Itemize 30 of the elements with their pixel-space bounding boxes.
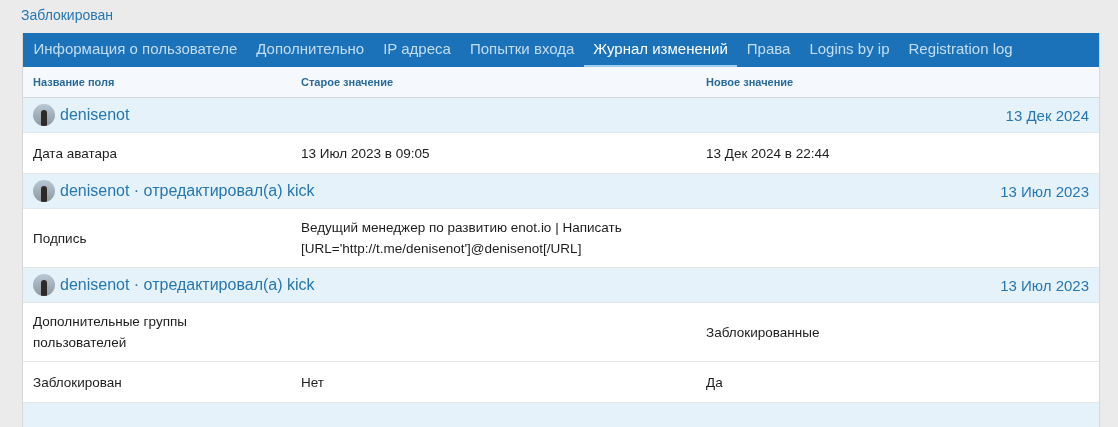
column-header: Название поля — [32, 76, 115, 88]
table-cell-text: Подпись — [32, 229, 88, 248]
tab[interactable]: Информация о пользователе — [24, 33, 247, 67]
avatar-icon — [33, 104, 55, 126]
change-date: 13 Июл 2023 — [1000, 182, 1089, 200]
column-header: Старое значение — [300, 76, 394, 88]
column-header: Новое значение — [705, 76, 794, 88]
table-cell-text: Дата аватара — [32, 144, 118, 163]
user-link[interactable]: denisenot — [60, 106, 130, 124]
change-date: 13 Июл 2023 — [1000, 276, 1089, 294]
user-link[interactable]: denisenot · отредактировал(а) kick — [60, 276, 315, 294]
user-link[interactable]: denisenot · отредактировал(а) kick — [60, 182, 315, 200]
tab[interactable]: Попытки входа — [460, 33, 584, 67]
table-cell: Ведущий менеджер по развитию enot.io | Написать [URL='http://t.me/denisenot']@denisenot[/URL] — [301, 220, 622, 256]
avatar-icon — [33, 274, 55, 296]
avatar-icon — [33, 180, 55, 202]
change-date: 13 Дек 2024 — [1005, 106, 1089, 124]
tab[interactable]: Registration log — [899, 33, 1023, 67]
table-cell-text: Заблокирован — [32, 373, 123, 392]
tab[interactable]: Права — [737, 33, 800, 67]
table-cell-text: Дополнительные группы пользователей — [32, 313, 188, 352]
tab[interactable]: Logins by ip — [799, 33, 899, 67]
status-link[interactable]: Заблокирован — [21, 7, 114, 33]
table-cell: Заблокированные — [706, 324, 820, 340]
table-cell: 13 Дек 2024 в 22:44 — [706, 145, 830, 161]
table-cell: Нет — [301, 374, 324, 390]
tab[interactable]: IP адреса — [373, 33, 461, 67]
table-cell: 13 Июл 2023 в 09:05 — [301, 145, 430, 161]
table-cell: Да — [706, 374, 723, 390]
tab[interactable]: Дополнительно — [246, 33, 374, 67]
